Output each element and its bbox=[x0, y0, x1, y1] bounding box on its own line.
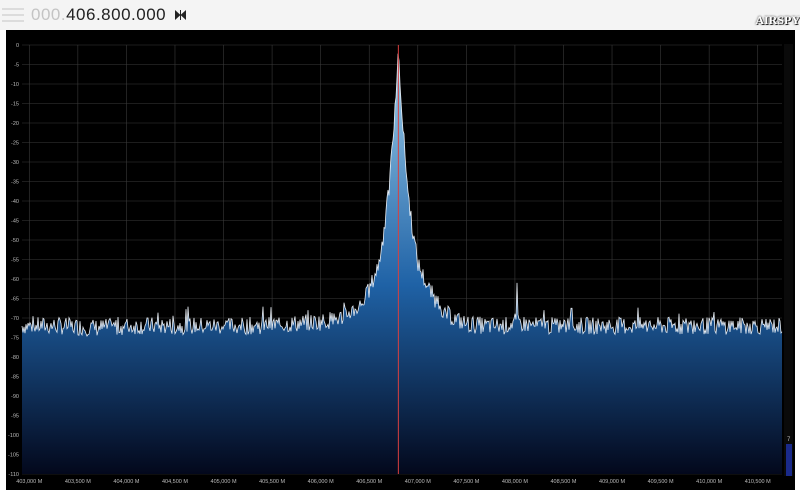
y-tick-label: -5 bbox=[14, 63, 19, 69]
y-tick-label: -75 bbox=[11, 336, 19, 342]
x-tick-label: 404,500 M bbox=[162, 479, 188, 485]
y-tick-label: -90 bbox=[11, 394, 19, 400]
level-meter-fill bbox=[786, 444, 792, 476]
x-tick-label: 405,500 M bbox=[259, 479, 285, 485]
y-tick-label: -20 bbox=[11, 121, 19, 127]
y-tick-label: -85 bbox=[11, 375, 19, 381]
y-tick-label: -10 bbox=[11, 82, 19, 88]
x-tick-label: 409,000 M bbox=[599, 479, 625, 485]
x-tick-label: 410,500 M bbox=[745, 479, 771, 485]
y-tick-label: -110 bbox=[8, 472, 19, 478]
y-tick-label: -80 bbox=[11, 355, 19, 361]
y-tick-label: -25 bbox=[11, 141, 19, 147]
y-tick-label: -70 bbox=[11, 316, 19, 322]
x-tick-label: 406,000 M bbox=[308, 479, 334, 485]
y-tick-label: -60 bbox=[11, 277, 19, 283]
level-meter bbox=[784, 44, 793, 476]
y-tick-label: -95 bbox=[11, 414, 19, 420]
y-tick-label: -15 bbox=[11, 102, 19, 108]
x-tick-label: 403,000 M bbox=[16, 479, 42, 485]
y-tick-label: -35 bbox=[11, 180, 19, 186]
y-tick-label: -105 bbox=[8, 453, 19, 459]
x-tick-label: 410,000 M bbox=[696, 479, 722, 485]
level-meter-label: 7 bbox=[787, 437, 791, 443]
y-tick-label: -50 bbox=[11, 238, 19, 244]
y-tick-label: -55 bbox=[11, 258, 19, 264]
x-tick-label: 407,500 M bbox=[453, 479, 479, 485]
y-tick-label: -100 bbox=[8, 433, 19, 439]
x-tick-label: 407,000 M bbox=[405, 479, 431, 485]
x-tick-label: 409,500 M bbox=[648, 479, 674, 485]
spectrum-chart[interactable]: 0 -5 -10 -15 -20 -25 -30 -35 -40 -45 -50 -55 -60 -65 -… bbox=[0, 0, 800, 490]
x-tick-label: 404,000 M bbox=[113, 479, 139, 485]
x-axis-ticks: 403,000 M 403,500 M 404,000 M 404,500 M 405,… bbox=[16, 479, 771, 485]
y-tick-label: -40 bbox=[11, 199, 19, 205]
y-tick-label: 0 bbox=[16, 43, 19, 49]
y-tick-label: -30 bbox=[11, 160, 19, 166]
x-tick-label: 403,500 M bbox=[65, 479, 91, 485]
x-tick-label: 408,500 M bbox=[550, 479, 576, 485]
x-tick-label: 406,500 M bbox=[356, 479, 382, 485]
y-axis-ticks: 0 -5 -10 -15 -20 -25 -30 -35 -40 -45 -50 -55 -60 -65 -… bbox=[8, 43, 19, 478]
y-tick-label: -45 bbox=[11, 219, 19, 225]
y-tick-label: -65 bbox=[11, 297, 19, 303]
x-tick-label: 408,000 M bbox=[502, 479, 528, 485]
x-tick-label: 405,000 M bbox=[211, 479, 237, 485]
